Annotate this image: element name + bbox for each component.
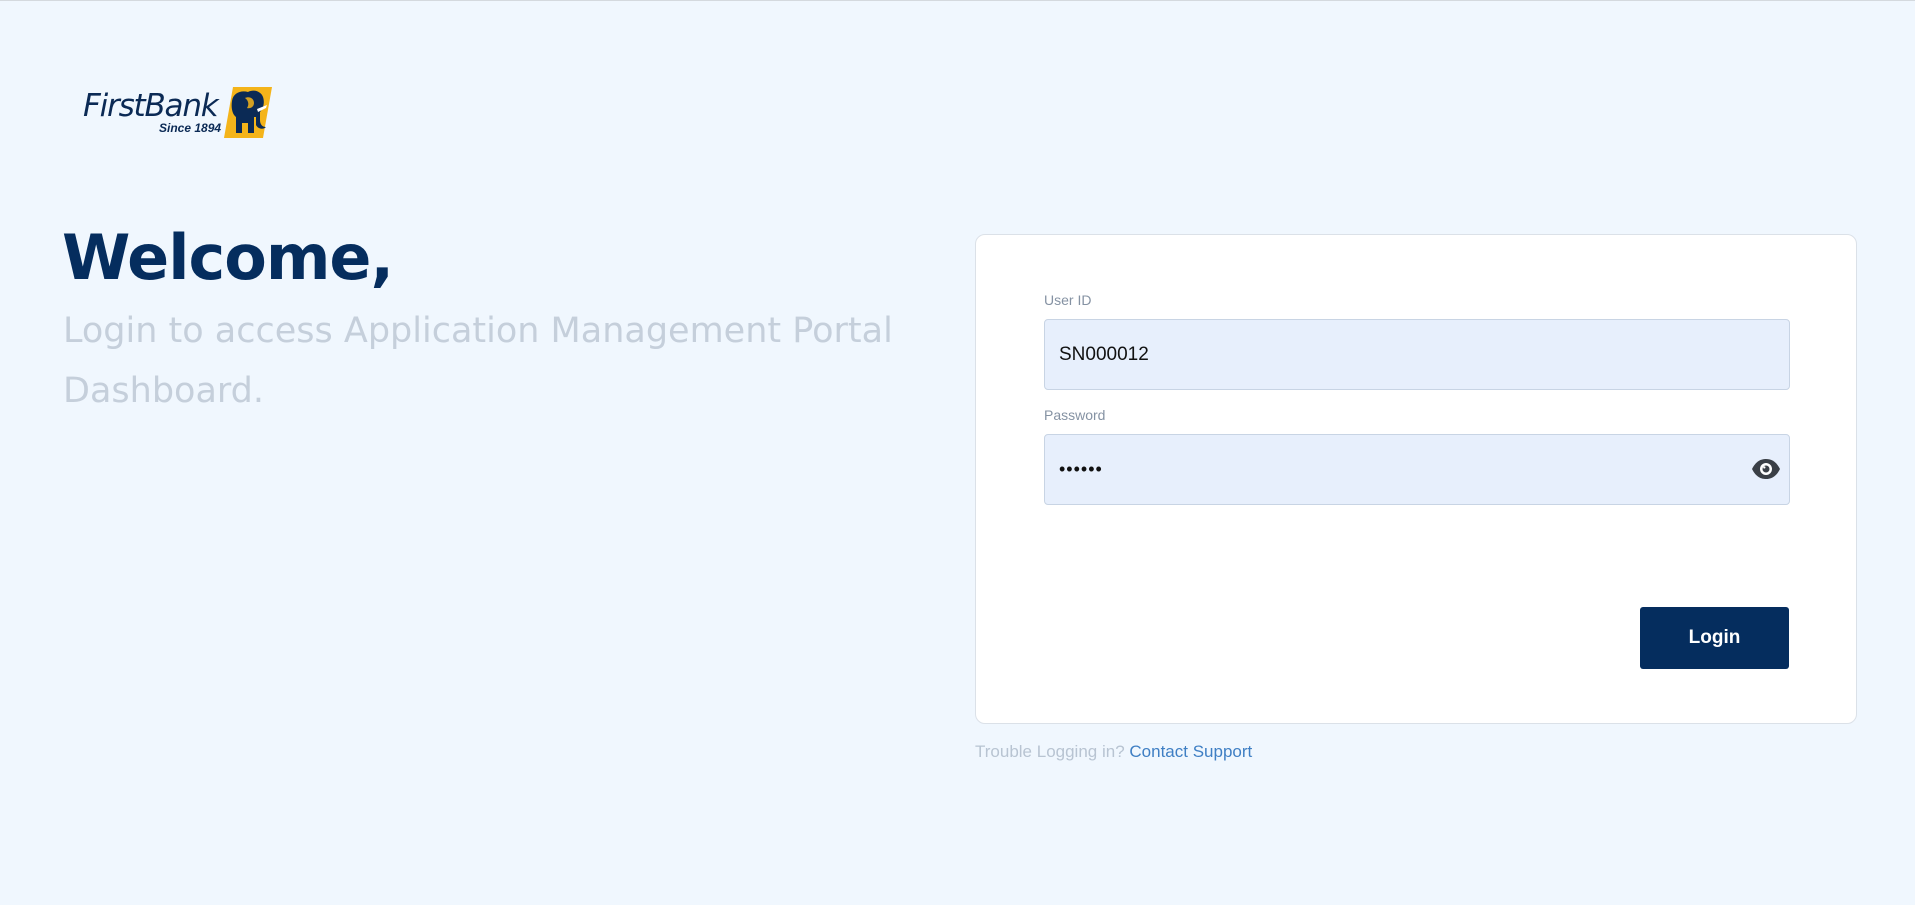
- welcome-subtitle: Login to access Application Management P…: [63, 311, 893, 411]
- firstbank-logo: FirstBank Since 1894: [83, 87, 273, 139]
- logo-wordmark: FirstBank: [83, 88, 219, 124]
- password-label: Password: [1044, 407, 1106, 423]
- password-input[interactable]: [1044, 434, 1790, 505]
- help-line: Trouble Logging in? Contact Support: [975, 742, 1252, 762]
- user-id-label: User ID: [1044, 292, 1092, 308]
- logo-tagline: Since 1894: [159, 121, 222, 135]
- eye-icon[interactable]: [1751, 458, 1781, 480]
- login-card: User ID Password Login: [975, 234, 1857, 724]
- elephant-logo-icon: [224, 87, 272, 138]
- welcome-heading: Welcome,: [62, 221, 394, 294]
- login-page: FirstBank Since 1894 Welcome, Login to a…: [0, 0, 1915, 905]
- help-text: Trouble Logging in?: [975, 742, 1125, 761]
- user-id-input[interactable]: [1044, 319, 1790, 390]
- contact-support-link[interactable]: Contact Support: [1129, 742, 1252, 761]
- login-button[interactable]: Login: [1640, 607, 1789, 669]
